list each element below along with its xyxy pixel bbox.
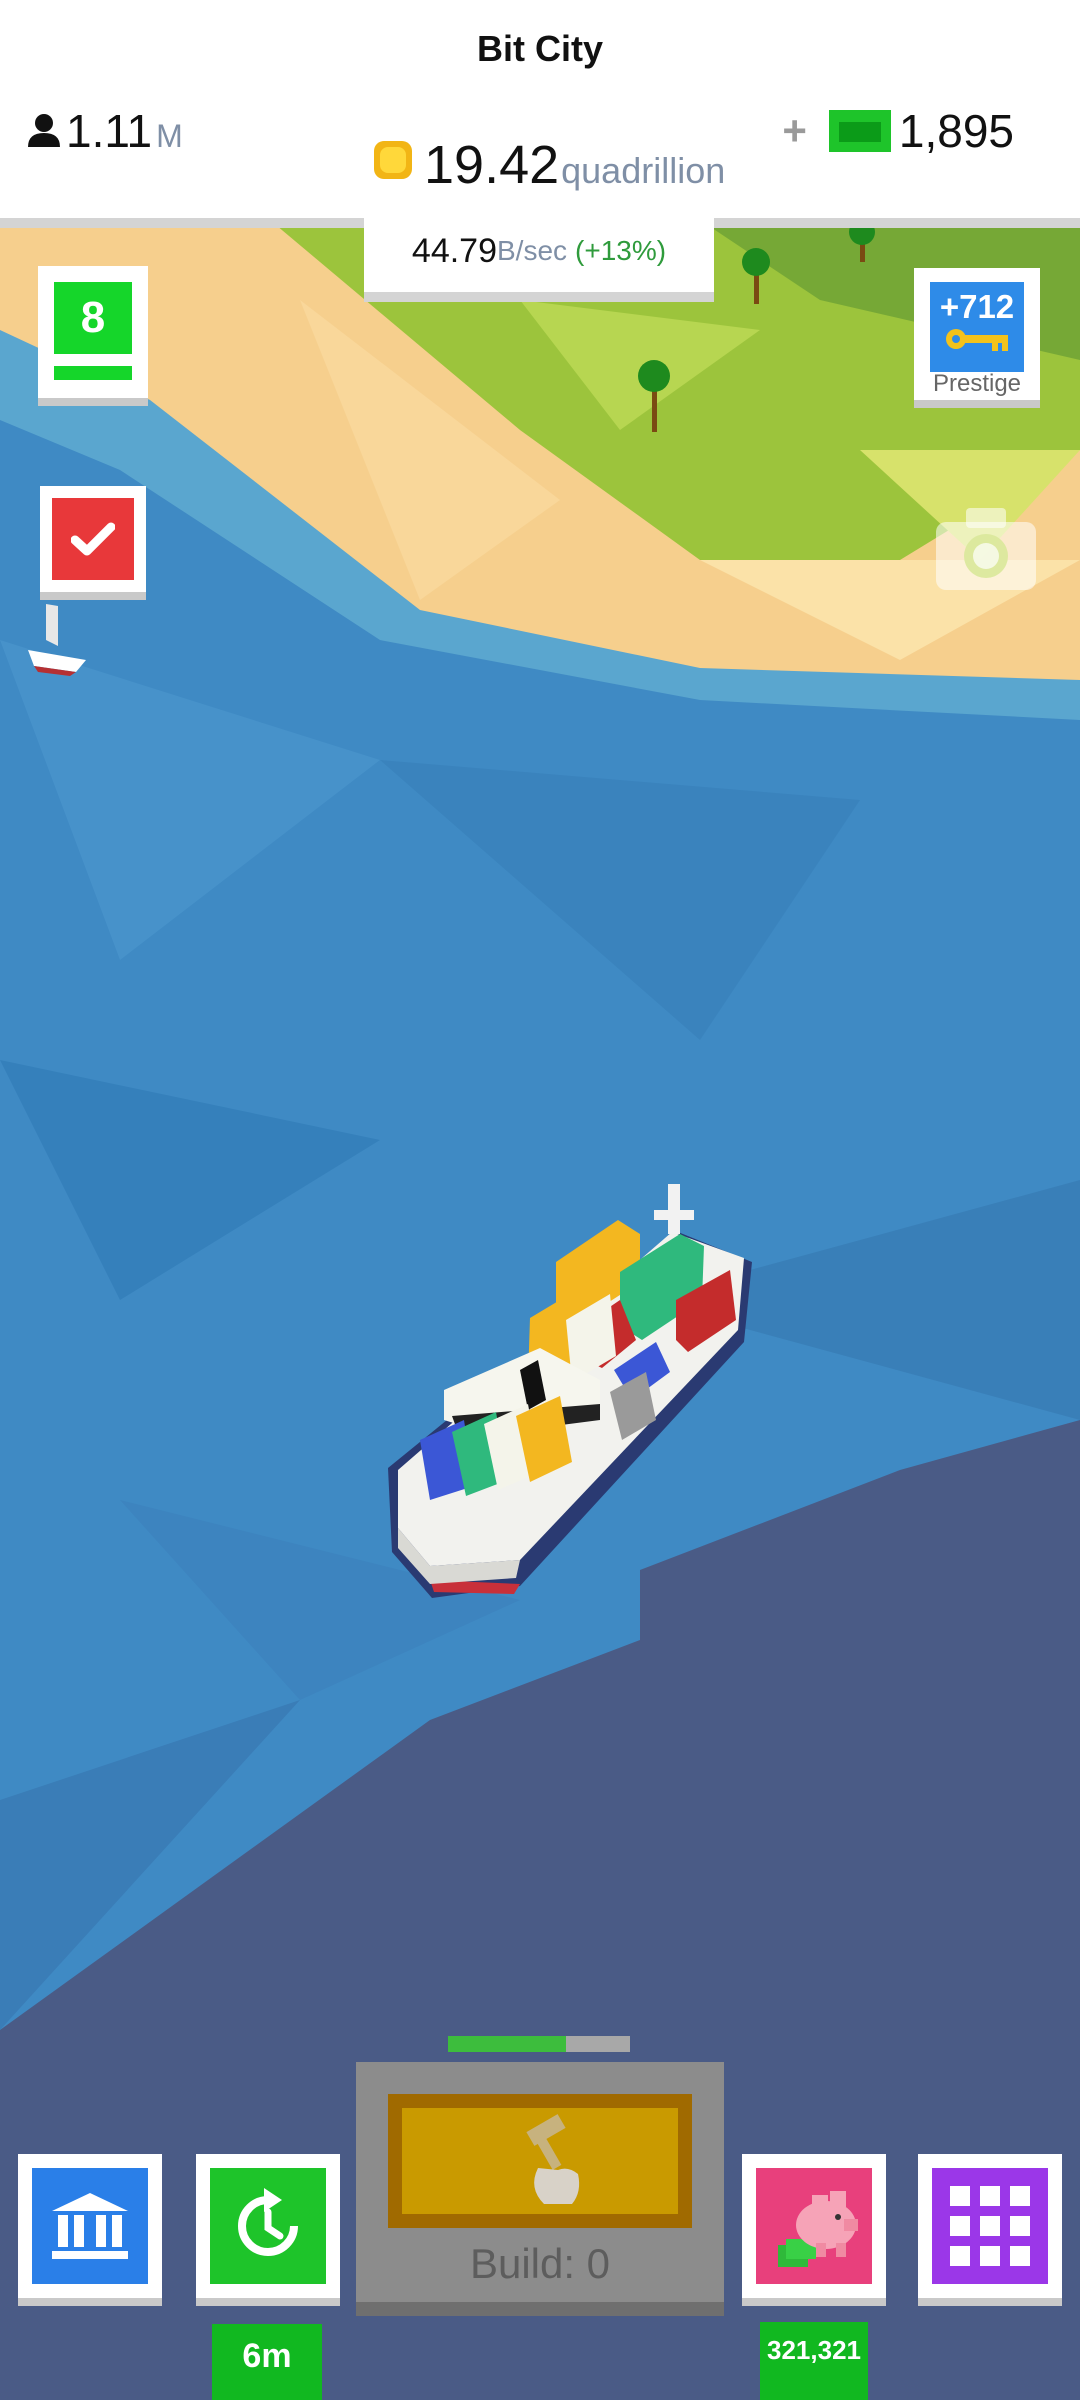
- income-value: 44.79: [411, 231, 497, 270]
- missions-button[interactable]: [40, 486, 146, 600]
- camera-icon[interactable]: [936, 508, 1036, 590]
- prestige-button[interactable]: +712 Prestige: [914, 268, 1040, 408]
- cash-icon: [828, 110, 891, 152]
- build-progress-fill: [448, 2036, 567, 2052]
- coin-value: 19.42: [424, 135, 560, 195]
- level-button[interactable]: 8: [38, 266, 148, 406]
- bank-button[interactable]: [18, 2154, 162, 2306]
- piggy-bank-icon: [778, 2191, 858, 2267]
- prestige-label: Prestige: [932, 370, 1022, 397]
- build-progress-bar: [448, 2036, 630, 2052]
- bank-icon: [52, 2193, 128, 2259]
- top-bar: Bit City 1.11 M + 1,895 19.42 quadrillio…: [0, 0, 1080, 228]
- level-number: 8: [54, 282, 132, 354]
- grid-icon: [950, 2186, 1030, 2266]
- build-label: Build: 0: [469, 2240, 611, 2287]
- time-warp-label: 6m: [212, 2324, 322, 2400]
- piggy-bank-button[interactable]: [742, 2154, 886, 2306]
- piggy-bank-label: 321,321: [760, 2322, 868, 2400]
- hammer-icon: [526, 2114, 580, 2204]
- time-warp-button[interactable]: [196, 2154, 340, 2306]
- build-button[interactable]: Build: 0: [356, 2062, 724, 2316]
- coin-balance: 19.42 quadrillion: [370, 134, 725, 196]
- add-bux-button[interactable]: +: [782, 107, 807, 155]
- person-icon: [28, 114, 60, 147]
- population[interactable]: 1.11 M: [26, 104, 183, 158]
- check-icon: [71, 522, 115, 556]
- coin-unit: quadrillion: [561, 150, 726, 191]
- population-unit: M: [156, 118, 183, 154]
- income-bonus: (+13%): [575, 235, 667, 266]
- coin-icon: [374, 141, 412, 179]
- prestige-amount: +712: [939, 288, 1015, 325]
- time-warp-icon: [238, 2188, 298, 2256]
- key-icon: [946, 329, 1008, 351]
- bux-value: 1,895: [898, 105, 1014, 157]
- level-progress-bar: [54, 366, 132, 380]
- population-value: 1.11: [66, 105, 153, 157]
- city-name[interactable]: Bit City: [0, 28, 1080, 70]
- income-unit: B/sec: [497, 235, 568, 266]
- income-rate[interactable]: 44.79 B/sec (+13%): [364, 210, 714, 302]
- bux-counter[interactable]: + 1,895: [782, 104, 1014, 158]
- menu-grid-button[interactable]: [918, 2154, 1062, 2306]
